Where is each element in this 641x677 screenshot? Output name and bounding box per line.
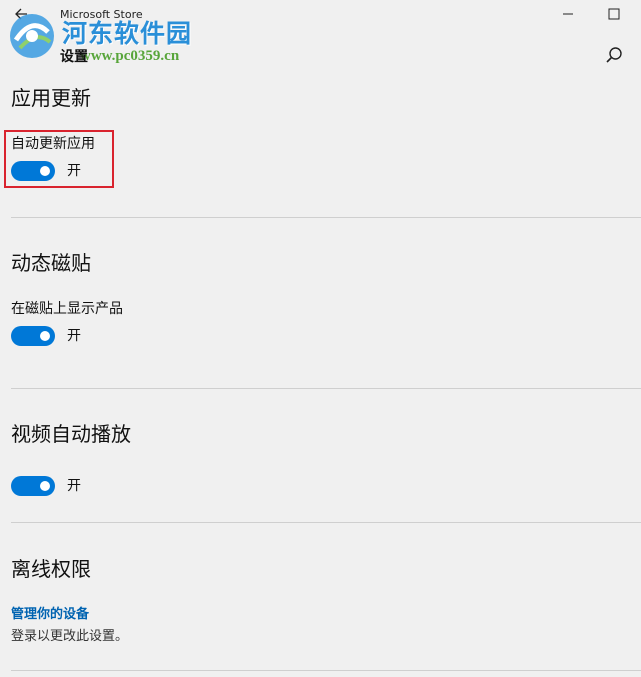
- page-title: 设置: [60, 49, 88, 65]
- toggle-knob: [40, 481, 50, 491]
- minimize-icon: [563, 13, 573, 15]
- divider: [11, 670, 641, 671]
- highlight-annotation-box: [4, 130, 114, 188]
- divider: [11, 522, 641, 523]
- back-arrow-icon: [15, 8, 27, 20]
- search-icon: [606, 47, 622, 63]
- maximize-button[interactable]: [606, 6, 622, 22]
- section-heading-offline-permissions: 离线权限: [11, 557, 91, 581]
- toggle-row-live-tiles: 开: [11, 326, 131, 346]
- back-button[interactable]: [12, 4, 32, 24]
- divider: [11, 217, 641, 218]
- section-heading-live-tiles: 动态磁贴: [11, 251, 91, 275]
- live-tiles-toggle[interactable]: [11, 326, 55, 346]
- search-button[interactable]: [603, 44, 625, 66]
- toggle-state-label: 开: [67, 328, 81, 344]
- manage-devices-link[interactable]: 管理你的设备: [11, 603, 89, 622]
- section-heading-video-autoplay: 视频自动播放: [11, 422, 131, 446]
- page-header: 设置: [0, 40, 641, 70]
- minimize-button[interactable]: [560, 6, 576, 22]
- video-autoplay-toggle[interactable]: [11, 476, 55, 496]
- divider: [11, 388, 641, 389]
- toggle-row-video-autoplay: 开: [11, 476, 131, 496]
- title-bar: Microsoft Store: [0, 0, 641, 30]
- sign-in-hint-text: 登录以更改此设置。: [11, 629, 129, 644]
- maximize-icon: [608, 8, 620, 20]
- setting-label-show-products-on-tile: 在磁贴上显示产品: [11, 301, 123, 317]
- toggle-state-label: 开: [67, 478, 81, 494]
- section-heading-app-updates: 应用更新: [11, 86, 91, 110]
- toggle-knob: [40, 331, 50, 341]
- app-title: Microsoft Store: [60, 8, 143, 21]
